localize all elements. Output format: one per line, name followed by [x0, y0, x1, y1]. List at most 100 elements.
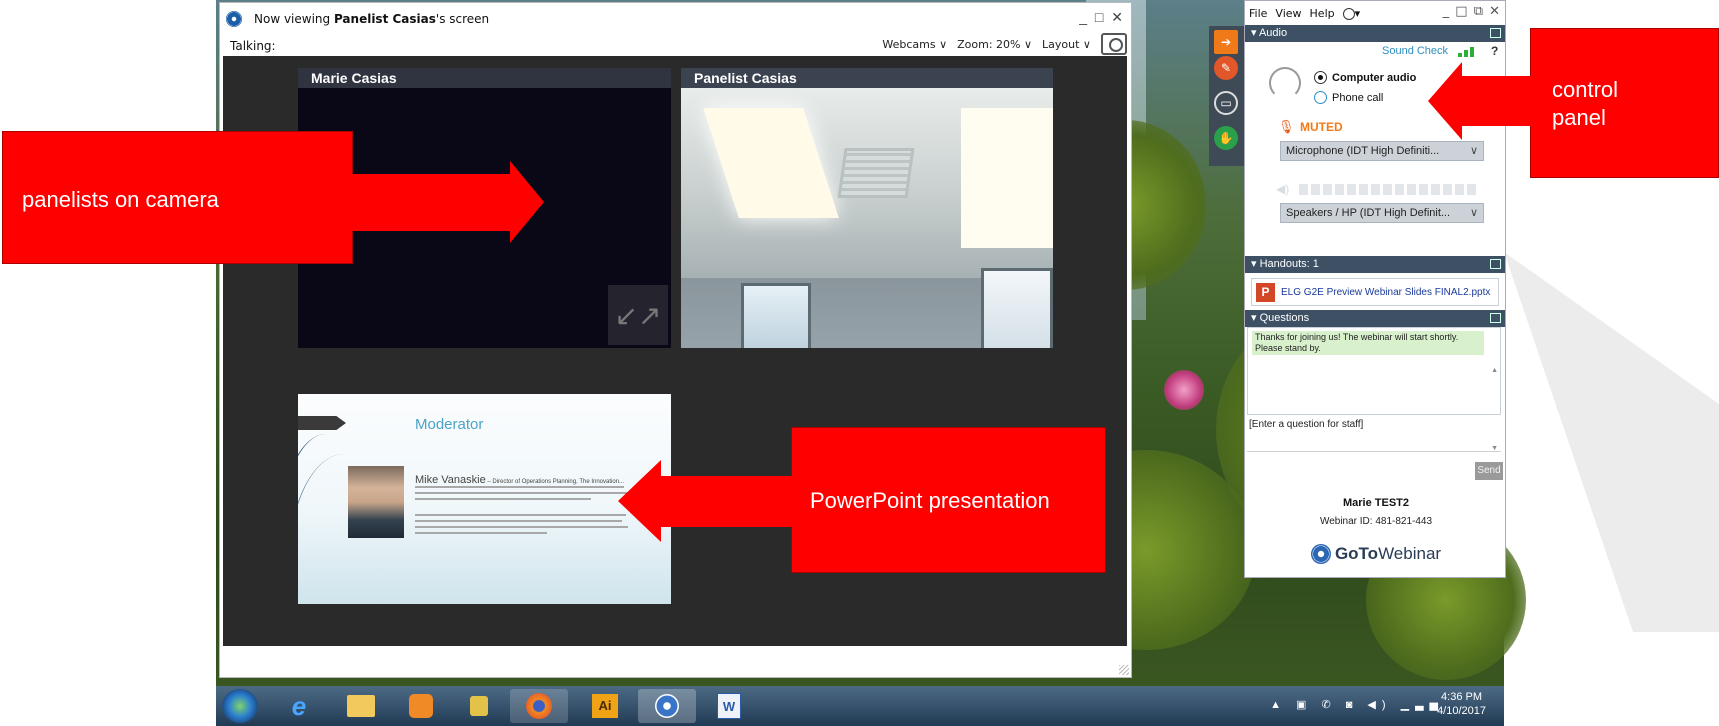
- internet-explorer-icon[interactable]: e: [282, 689, 316, 723]
- questions-section-header[interactable]: ▾ Questions: [1245, 310, 1505, 327]
- layout-dropdown[interactable]: Layout ∨: [1042, 38, 1091, 51]
- phone-call-label: Phone call: [1332, 91, 1384, 104]
- questions-log[interactable]: Thanks for joining us! The webinar will …: [1247, 327, 1501, 452]
- screenshot-stage: Now viewing Panelist Casias 's screen _ …: [0, 0, 1719, 726]
- presentation-slide[interactable]: Moderator Mike Vanaskie – Director of Op…: [298, 394, 671, 604]
- microphone-muted-icon[interactable]: ✎: [1214, 56, 1238, 80]
- lock-app-icon[interactable]: [462, 689, 496, 723]
- system-clock[interactable]: 4:36 PM 4/10/2017: [1437, 690, 1486, 718]
- microphone-select[interactable]: Microphone (IDT High Definiti... ∨: [1280, 141, 1484, 161]
- viewer-title-prefix: Now viewing: [254, 12, 334, 26]
- question-message: Thanks for joining us! The webinar will …: [1252, 331, 1484, 355]
- menu-file[interactable]: File: [1249, 7, 1267, 20]
- ceiling-vent: [837, 148, 915, 198]
- panel-menubar: File View Help ▾ _ □ ⧉ ✕: [1245, 1, 1505, 25]
- chevron-down-icon: ∨: [1469, 207, 1478, 219]
- screen-share-icon[interactable]: ▭: [1214, 91, 1238, 115]
- collapse-arrow-icon[interactable]: ➔: [1214, 30, 1238, 54]
- microphone-value: Microphone (IDT High Definiti...: [1286, 145, 1440, 157]
- globe-icon: [1342, 7, 1355, 20]
- slide-body-text: [415, 486, 635, 538]
- speakers-select[interactable]: Speakers / HP (IDT High Definit... ∨: [1280, 203, 1484, 223]
- word-label: W: [717, 693, 741, 719]
- annotation-control-text: control panel: [1552, 77, 1619, 130]
- audio-header-label: ▾ Audio: [1251, 27, 1288, 39]
- resize-grip[interactable]: [1119, 665, 1129, 675]
- viewer-window-controls[interactable]: _ □ ✕: [1079, 9, 1125, 26]
- powerpoint-icon: P: [1256, 282, 1275, 302]
- zoom-dropdown[interactable]: Zoom: 20% ∨: [957, 38, 1032, 51]
- handout-file[interactable]: P ELG G2E Preview Webinar Slides FINAL2.…: [1251, 278, 1499, 306]
- popout-icon[interactable]: [1490, 259, 1501, 269]
- ceiling-light: [961, 108, 1053, 248]
- speaker-photo: [348, 466, 404, 538]
- windows-taskbar: e Ai W ▲ ▣ ✆ ◙ ◀) ▁▃▅ 4:36 PM 4/10/2017: [216, 686, 1504, 726]
- question-input[interactable]: [1247, 451, 1501, 491]
- viewer-window[interactable]: Now viewing Panelist Casias 's screen _ …: [219, 2, 1132, 678]
- annotation-powerpoint-text: PowerPoint presentation: [810, 488, 1050, 513]
- audio-section-header[interactable]: ▾ Audio: [1245, 25, 1505, 42]
- popout-icon[interactable]: [1490, 313, 1501, 323]
- brand-light: Webinar: [1378, 544, 1442, 563]
- webcam-label: Panelist Casias: [681, 68, 1053, 88]
- webcam-label: Marie Casias: [298, 68, 671, 88]
- system-tray-icons[interactable]: ▲ ▣ ✆ ◙ ◀) ▁▃▅: [1270, 698, 1444, 711]
- computer-audio-label: Computer audio: [1332, 71, 1417, 84]
- raise-hand-icon[interactable]: ✋: [1214, 126, 1238, 150]
- questions-header-label: ▾ Questions: [1251, 312, 1310, 324]
- clock-date: 4/10/2017: [1437, 705, 1486, 717]
- annotation-arrow: [352, 174, 512, 231]
- screenshot-camera-icon[interactable]: [1101, 33, 1127, 55]
- signal-bars-icon: [1458, 47, 1474, 57]
- webinar-id: Webinar ID: 481-821-443: [1319, 516, 1433, 527]
- talking-label: Talking:: [230, 39, 276, 53]
- sound-check-link[interactable]: Sound Check: [1382, 45, 1448, 57]
- radio-selected-icon: [1314, 71, 1327, 84]
- file-explorer-icon[interactable]: [344, 689, 378, 723]
- speakers-value: Speakers / HP (IDT High Definit...: [1286, 207, 1451, 219]
- muted-label: MUTED: [1300, 120, 1343, 134]
- annotation-arrow: [1460, 76, 1532, 126]
- viewer-titlebar[interactable]: Now viewing Panelist Casias 's screen: [220, 3, 1131, 35]
- computer-audio-radio[interactable]: Computer audio: [1314, 71, 1416, 84]
- viewer-title-suffix: 's screen: [435, 12, 490, 26]
- slide-speaker-line: Mike Vanaskie – Director of Operations P…: [415, 474, 624, 486]
- room-window: [981, 268, 1053, 348]
- media-player-icon[interactable]: [404, 689, 438, 723]
- phone-call-radio[interactable]: Phone call: [1314, 91, 1383, 104]
- radio-unselected-icon: [1314, 91, 1327, 104]
- view-controls: Webcams ∨ Zoom: 20% ∨ Layout ∨: [882, 33, 1127, 55]
- firefox-icon[interactable]: [510, 689, 568, 723]
- globe-caret: ▾: [1354, 6, 1361, 20]
- question-prompt: [Enter a question for staff]: [1249, 419, 1364, 430]
- menu-help[interactable]: Help: [1310, 7, 1335, 20]
- viewer-title-name: Panelist Casias: [333, 12, 436, 26]
- popout-icon[interactable]: [1490, 28, 1501, 38]
- gotowebinar-taskbar-icon[interactable]: [638, 689, 696, 723]
- help-icon[interactable]: ?: [1491, 44, 1498, 58]
- send-button[interactable]: Send: [1475, 462, 1503, 480]
- panel-window-controls[interactable]: _ □ ⧉ ✕: [1443, 4, 1501, 19]
- start-button-icon[interactable]: [222, 689, 258, 723]
- gotowebinar-logo-icon: [226, 11, 242, 27]
- clock-time: 4:36 PM: [1441, 691, 1483, 703]
- webcam-tile-panelist[interactable]: Panelist Casias: [681, 68, 1053, 348]
- slide-speaker-name: Mike Vanaskie: [415, 474, 486, 486]
- ceiling-light: [703, 108, 839, 218]
- volume-meter: [1299, 184, 1476, 195]
- illustrator-label: Ai: [592, 694, 618, 718]
- word-icon[interactable]: W: [700, 689, 758, 723]
- slide-speaker-suffix: – Director of Operations Planning, The I…: [485, 479, 625, 485]
- background-shape: [1504, 252, 1719, 632]
- brand-bold: GoTo: [1334, 544, 1379, 563]
- handouts-section-header[interactable]: ▾ Handouts: 1: [1245, 256, 1505, 273]
- illustrator-icon[interactable]: Ai: [576, 689, 634, 723]
- handout-file-name[interactable]: ELG G2E Preview Webinar Slides FINAL2.pp…: [1281, 287, 1490, 298]
- brand-wordmark: GoToWebinar: [1335, 544, 1441, 564]
- headset-icon: [1269, 67, 1301, 99]
- menu-view[interactable]: View: [1275, 7, 1301, 20]
- expand-icon[interactable]: ↙↗: [608, 285, 668, 345]
- talking-bar: Talking: Webcams ∨ Zoom: 20% ∨ Layout ∨: [220, 33, 1131, 57]
- language-menu[interactable]: ▾: [1342, 6, 1361, 20]
- webcams-dropdown[interactable]: Webcams ∨: [882, 38, 947, 51]
